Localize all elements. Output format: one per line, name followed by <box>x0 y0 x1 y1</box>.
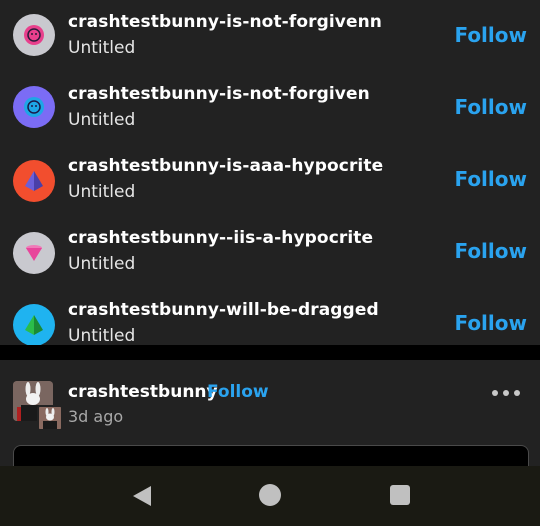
smiley-face-icon <box>24 97 44 117</box>
follow-button[interactable]: Follow <box>454 311 527 335</box>
blog-name[interactable]: crashtestbunny-is-not-forgivenn <box>68 12 382 32</box>
list-item[interactable]: crashtestbunny-is-not-forgiven Untitled … <box>0 72 540 144</box>
list-item[interactable]: crashtestbunny-is-not-forgivenn Untitled… <box>0 0 540 72</box>
follow-button[interactable]: Follow <box>454 239 527 263</box>
blog-name[interactable]: crashtestbunny-is-not-forgiven <box>68 84 370 104</box>
blog-avatar[interactable] <box>13 232 55 274</box>
back-icon[interactable] <box>132 485 152 507</box>
follow-button[interactable]: Follow <box>454 23 527 47</box>
blog-title: Untitled <box>68 254 136 274</box>
suggested-blogs-list: crashtestbunny-is-not-forgivenn Untitled… <box>0 0 540 345</box>
post-timestamp: 3d ago <box>68 407 124 426</box>
blog-avatar[interactable] <box>13 304 55 345</box>
post-author-name[interactable]: crashtestbunny <box>68 382 218 402</box>
blog-avatar[interactable] <box>13 14 55 56</box>
more-options-icon[interactable] <box>492 390 520 400</box>
cone-icon <box>26 245 42 261</box>
blog-title: Untitled <box>68 38 136 58</box>
follow-button[interactable]: Follow <box>454 95 527 119</box>
blog-name[interactable]: crashtestbunny-will-be-dragged <box>68 300 379 320</box>
blog-name[interactable]: crashtestbunny--iis-a-hypocrite <box>68 228 373 248</box>
home-icon[interactable] <box>259 484 281 506</box>
blog-name[interactable]: crashtestbunny-is-aaa-hypocrite <box>68 156 383 176</box>
pyramid-icon <box>25 315 43 335</box>
blog-avatar[interactable] <box>13 160 55 202</box>
blog-title: Untitled <box>68 182 136 202</box>
section-divider <box>0 345 540 360</box>
post-card: crashtestbunny Follow 3d ago <box>0 360 540 476</box>
smiley-face-icon <box>24 25 44 45</box>
blog-title: Untitled <box>68 110 136 130</box>
blog-title: Untitled <box>68 326 136 345</box>
list-item[interactable]: crashtestbunny-will-be-dragged Untitled … <box>0 288 540 345</box>
list-item[interactable]: crashtestbunny-is-aaa-hypocrite Untitled… <box>0 144 540 216</box>
blog-avatar[interactable] <box>13 86 55 128</box>
bunny-avatar-icon <box>39 407 61 429</box>
follow-button[interactable]: Follow <box>454 167 527 191</box>
post-follow-button[interactable]: Follow <box>207 382 269 402</box>
pyramid-icon <box>25 171 43 191</box>
list-item[interactable]: crashtestbunny--iis-a-hypocrite Untitled… <box>0 216 540 288</box>
system-navigation-bar <box>0 466 540 526</box>
recent-apps-icon[interactable] <box>390 485 410 505</box>
reblog-avatar[interactable] <box>37 405 63 431</box>
